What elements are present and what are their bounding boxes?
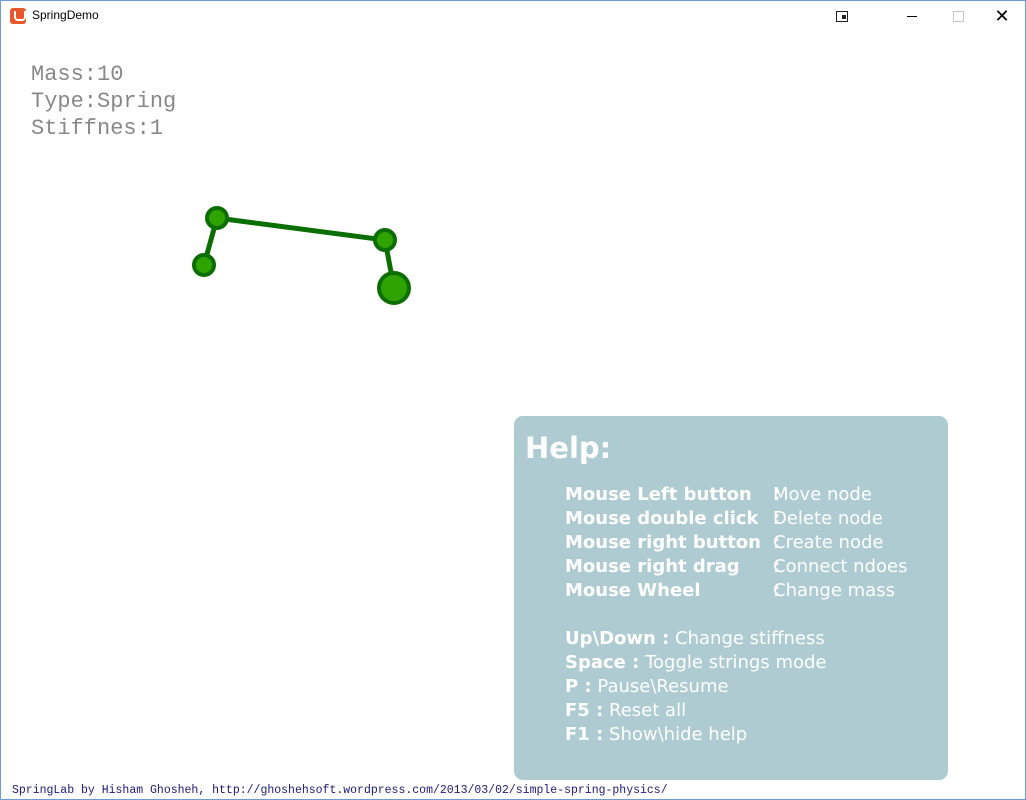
help-key: P : bbox=[565, 676, 592, 697]
help-key: Mouse Left button: bbox=[565, 484, 781, 505]
help-row-mouse-right: Mouse right button: Create node bbox=[565, 532, 883, 556]
help-key: Mouse right drag: bbox=[565, 556, 781, 577]
spring-2 bbox=[214, 215, 388, 243]
help-key: Space : bbox=[565, 652, 640, 673]
help-row-f5: F5 : Reset all bbox=[565, 700, 686, 724]
node-4[interactable] bbox=[377, 271, 411, 305]
node-1[interactable] bbox=[205, 206, 229, 230]
help-row-updown: Up\Down : Change stiffness bbox=[565, 628, 825, 652]
help-desc: Show\hide help bbox=[609, 724, 748, 745]
help-key: Up\Down : bbox=[565, 628, 670, 649]
help-desc: Reset all bbox=[609, 700, 687, 721]
help-row-space: Space : Toggle strings mode bbox=[565, 652, 827, 676]
help-key: F5 : bbox=[565, 700, 604, 721]
help-row-mouse-double: Mouse double click: Delete node bbox=[565, 508, 883, 532]
help-desc: Toggle strings mode bbox=[645, 652, 827, 673]
app-window: SpringDemo ✕ Mass:10 Type:Spring Stiffne… bbox=[0, 0, 1026, 800]
credits-footer: SpringLab by Hisham Ghosheh, http://ghos… bbox=[12, 784, 668, 797]
help-key: Mouse right button: bbox=[565, 532, 781, 553]
help-desc: Delete node bbox=[773, 508, 883, 529]
help-row-mouse-wheel: Mouse Wheel: Change mass bbox=[565, 580, 895, 604]
help-desc: Move node bbox=[773, 484, 872, 505]
help-title: Help: bbox=[525, 431, 612, 465]
help-row-f1: F1 : Show\hide help bbox=[565, 724, 747, 748]
help-key: F1 : bbox=[565, 724, 604, 745]
help-desc: Connect ndoes bbox=[773, 556, 908, 577]
help-panel: Help: Mouse Left button: Move node Mouse … bbox=[514, 416, 948, 780]
help-desc: Create node bbox=[773, 532, 884, 553]
help-desc: Pause\Resume bbox=[597, 676, 729, 697]
node-2[interactable] bbox=[192, 253, 216, 277]
help-row-mouse-left: Mouse Left button: Move node bbox=[565, 484, 872, 508]
help-desc: Change mass bbox=[773, 580, 895, 601]
help-row-mouse-drag: Mouse right drag: Connect ndoes bbox=[565, 556, 907, 580]
help-desc: Change stiffness bbox=[675, 628, 825, 649]
node-3[interactable] bbox=[373, 228, 397, 252]
help-key: Mouse Wheel: bbox=[565, 580, 781, 601]
help-key: Mouse double click: bbox=[565, 508, 781, 529]
help-row-p: P : Pause\Resume bbox=[565, 676, 729, 700]
